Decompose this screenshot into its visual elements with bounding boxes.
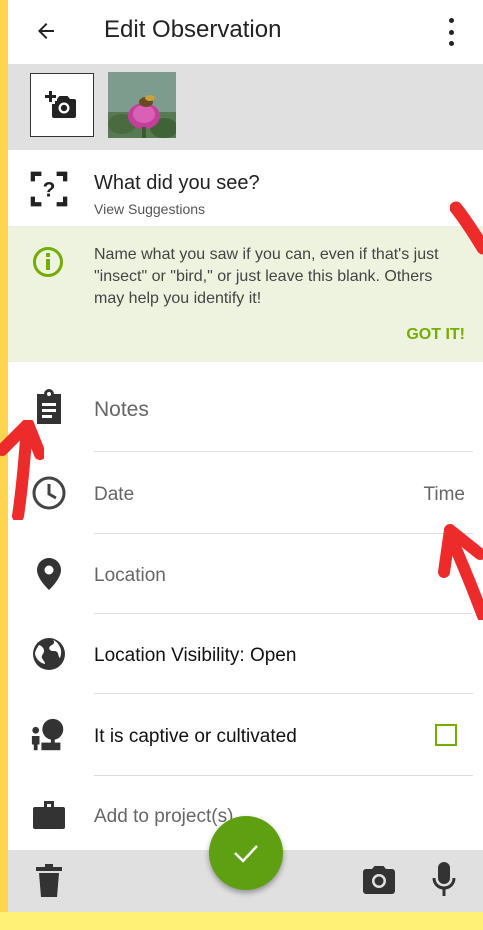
- briefcase-icon: [30, 796, 68, 834]
- tip-text: Name what you saw if you can, even if th…: [94, 246, 439, 307]
- captive-row[interactable]: It is captive or cultivated: [8, 694, 483, 776]
- identification-tip: Name what you saw if you can, even if th…: [8, 226, 483, 362]
- add-photo-icon: [45, 91, 76, 118]
- got-it-button[interactable]: GOT IT!: [406, 326, 465, 344]
- back-arrow-icon[interactable]: [32, 17, 60, 45]
- captive-icon: [30, 716, 68, 754]
- info-icon: [32, 246, 64, 283]
- frame-bottom-strip: [0, 912, 483, 930]
- camera-icon[interactable]: [362, 866, 396, 899]
- trash-icon[interactable]: [36, 864, 62, 903]
- location-visibility-label[interactable]: Location Visibility: Open: [94, 645, 296, 667]
- date-field[interactable]: Date: [94, 484, 134, 506]
- annotation-arrow-left: [0, 420, 44, 520]
- add-to-projects-field[interactable]: Add to project(s): [94, 806, 233, 828]
- annotation-arrow-right-bottom: [438, 524, 483, 620]
- more-vert-icon[interactable]: [445, 18, 457, 46]
- add-photo-button[interactable]: [30, 73, 94, 137]
- app-bar: Edit Observation: [8, 0, 483, 64]
- save-observation-button[interactable]: [209, 816, 283, 890]
- photo-strip: [8, 64, 483, 150]
- page-title: Edit Observation: [104, 16, 282, 43]
- observation-photo-thumbnail[interactable]: [108, 72, 176, 138]
- notes-field[interactable]: Notes: [94, 398, 149, 422]
- location-row[interactable]: Location: [8, 534, 483, 614]
- notes-row[interactable]: Notes: [8, 364, 483, 452]
- captive-label: It is captive or cultivated: [94, 726, 297, 747]
- location-pin-icon: [30, 555, 68, 593]
- svg-text:?: ?: [43, 179, 56, 202]
- phone-screen: Edit Observation ? What did you see? Vie…: [8, 0, 483, 930]
- date-time-row: Date Time: [8, 452, 483, 534]
- annotation-arrow-right-top: [450, 201, 483, 255]
- check-icon: [234, 845, 258, 863]
- location-field[interactable]: Location: [94, 565, 166, 587]
- time-field[interactable]: Time: [423, 484, 465, 506]
- microphone-icon[interactable]: [432, 862, 456, 903]
- captive-checkbox[interactable]: [435, 724, 457, 746]
- identification-prompt: What did you see?: [94, 172, 260, 194]
- view-suggestions-link[interactable]: View Suggestions: [94, 201, 205, 217]
- identify-icon: ?: [30, 170, 68, 208]
- identification-row[interactable]: ? What did you see? View Suggestions: [8, 150, 483, 226]
- location-visibility-row[interactable]: Location Visibility: Open: [8, 614, 483, 694]
- globe-icon: [30, 635, 68, 673]
